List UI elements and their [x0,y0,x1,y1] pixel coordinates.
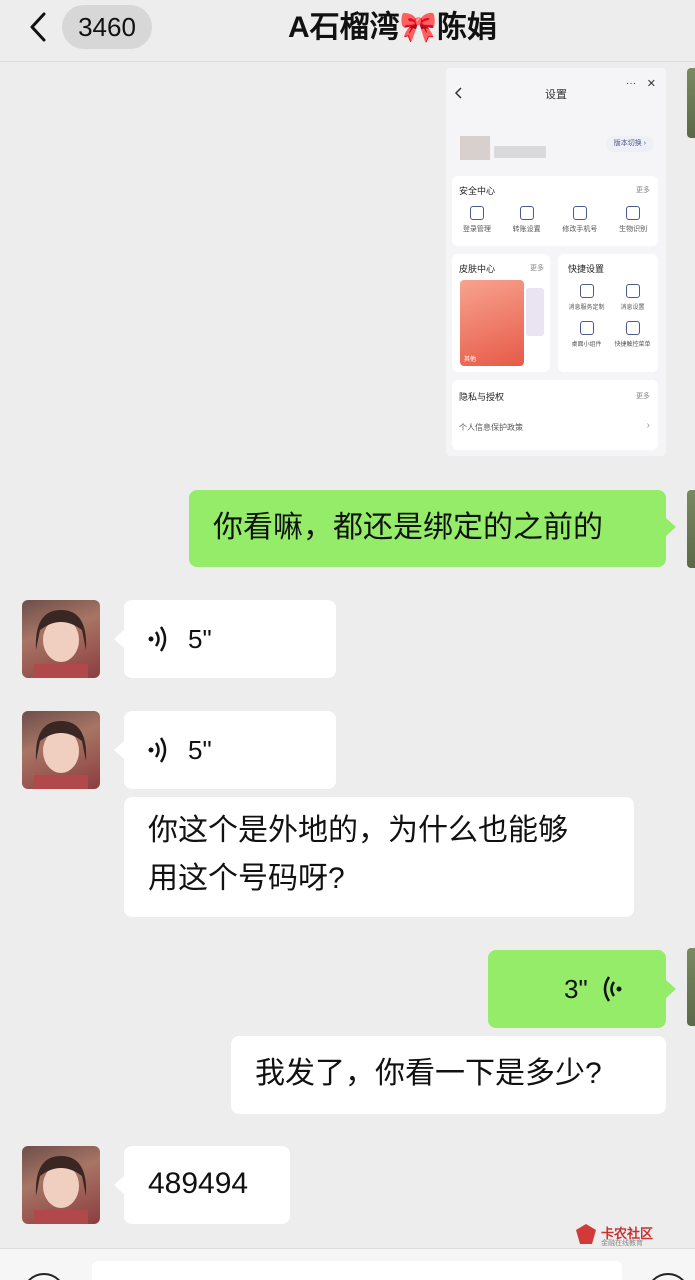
message-bubble-received[interactable]: 我发了，你看一下是多少? [231,1036,666,1114]
contact-avatar[interactable] [22,1146,100,1224]
bubble-tail [114,741,124,759]
message-text: 489494 [148,1167,249,1200]
shot-msg-service: 消息服务定制 [564,284,610,311]
shot-quick-touch: 快捷触控菜单 [613,321,653,348]
shot-desktop-widget: 桌面小组件 [564,321,610,348]
shot-more-icon: ··· [626,78,636,89]
bubble-tail [114,1176,124,1194]
shot-skin-more: 更多 [530,265,544,272]
chat-title: A石榴湾🎀陈娟 [287,11,498,44]
contact-avatar[interactable] [22,600,100,678]
my-avatar[interactable] [687,68,695,138]
message-text: 我发了，你看一下是多少? [255,1057,602,1090]
shot-profile-avatar [460,136,490,160]
message-text-line: 你这个是外地的，为什么也能够 [148,814,568,847]
contact-avatar-image [34,721,88,789]
voice-duration: 5" [188,624,212,654]
contact-avatar[interactable] [22,711,100,789]
shot-close-icon: ✕ [646,78,656,90]
chat-header: 3460 A石榴湾🎀陈娟 [0,0,695,62]
voice-wave-icon [148,626,167,652]
bubble-tail [666,518,676,536]
bubble-tail [666,980,676,998]
unread-count-badge[interactable]: 3460 [62,5,152,49]
shot-skin-thumbnail-2 [526,288,544,336]
shot-login-manage: 登录管理 [463,206,491,234]
watermark: 卡农社区 金融在线教育 [574,1222,664,1248]
message-bubble-sent[interactable]: 你看嘛，都还是绑定的之前的 [189,490,666,567]
contact-avatar-image [34,1156,88,1224]
shot-shortcut-label: 快捷设置 [568,264,605,274]
my-avatar[interactable] [687,948,695,1026]
emoji-icon[interactable] [646,1273,690,1280]
shot-profile-name [494,146,546,158]
voice-message[interactable]: 5" [124,711,336,789]
shot-biometric: 生物识别 [619,206,647,234]
input-bar [0,1248,695,1280]
bubble-tail [114,630,124,648]
watermark-sub: 金融在线教育 [601,1240,643,1247]
voice-message[interactable]: 5" [124,600,336,678]
back-arrow-icon[interactable] [24,10,54,44]
shot-shortcut-card: 快捷设置 消息服务定制 消息设置 桌面小组件 快捷触控菜单 [558,254,658,372]
shot-version-switch: 版本切换 › [605,136,654,152]
shot-skin-card: 皮肤中心 更多 其他 [452,254,550,372]
voice-wave-icon [148,737,167,763]
message-text-line: 用这个号码呀? [148,862,345,895]
message-bubble-received[interactable]: 489494 [124,1146,290,1224]
shot-security-card: 安全中心 更多 登录管理 转账设置 修改手机号 生物识别 [452,176,658,246]
shot-skin-label: 皮肤中心 [459,264,496,274]
shot-security-label: 安全中心 [459,186,496,196]
message-input[interactable] [92,1261,622,1280]
shot-transfer-settings: 转账设置 [513,206,541,234]
shot-chevron-right-icon: › [646,420,650,431]
shot-privacy-label: 隐私与授权 [459,392,505,402]
voice-duration: 3" [564,974,588,1004]
message-bubble-received[interactable]: 你这个是外地的，为什么也能够 用这个号码呀? [124,797,634,917]
shot-msg-settings: 消息设置 [613,284,653,311]
shot-privacy-policy: 个人信息保护政策 [459,423,523,432]
voice-wave-icon [603,976,622,1002]
image-message[interactable]: 设置 ··· ✕ 版本切换 › 安全中心 更多 登录管理 转账设置 修改手机号 … [446,68,666,456]
watermark-logo-icon [576,1224,596,1244]
shot-privacy-more: 更多 [636,393,650,400]
shot-skin-thumbnail: 其他 [460,280,524,366]
shot-change-phone: 修改手机号 [562,206,597,234]
shot-nav-bar: 设置 ··· ✕ [446,68,666,118]
voice-duration: 5" [188,735,212,765]
shot-security-more: 更多 [636,187,650,194]
shot-privacy-card: 隐私与授权 更多 个人信息保护政策 › [452,380,658,450]
contact-avatar-image [34,610,88,678]
message-text: 你看嘛，都还是绑定的之前的 [213,511,603,544]
voice-input-toggle-icon[interactable] [22,1273,66,1280]
my-avatar[interactable] [687,490,695,568]
voice-message-sent[interactable]: 3" [488,950,666,1028]
